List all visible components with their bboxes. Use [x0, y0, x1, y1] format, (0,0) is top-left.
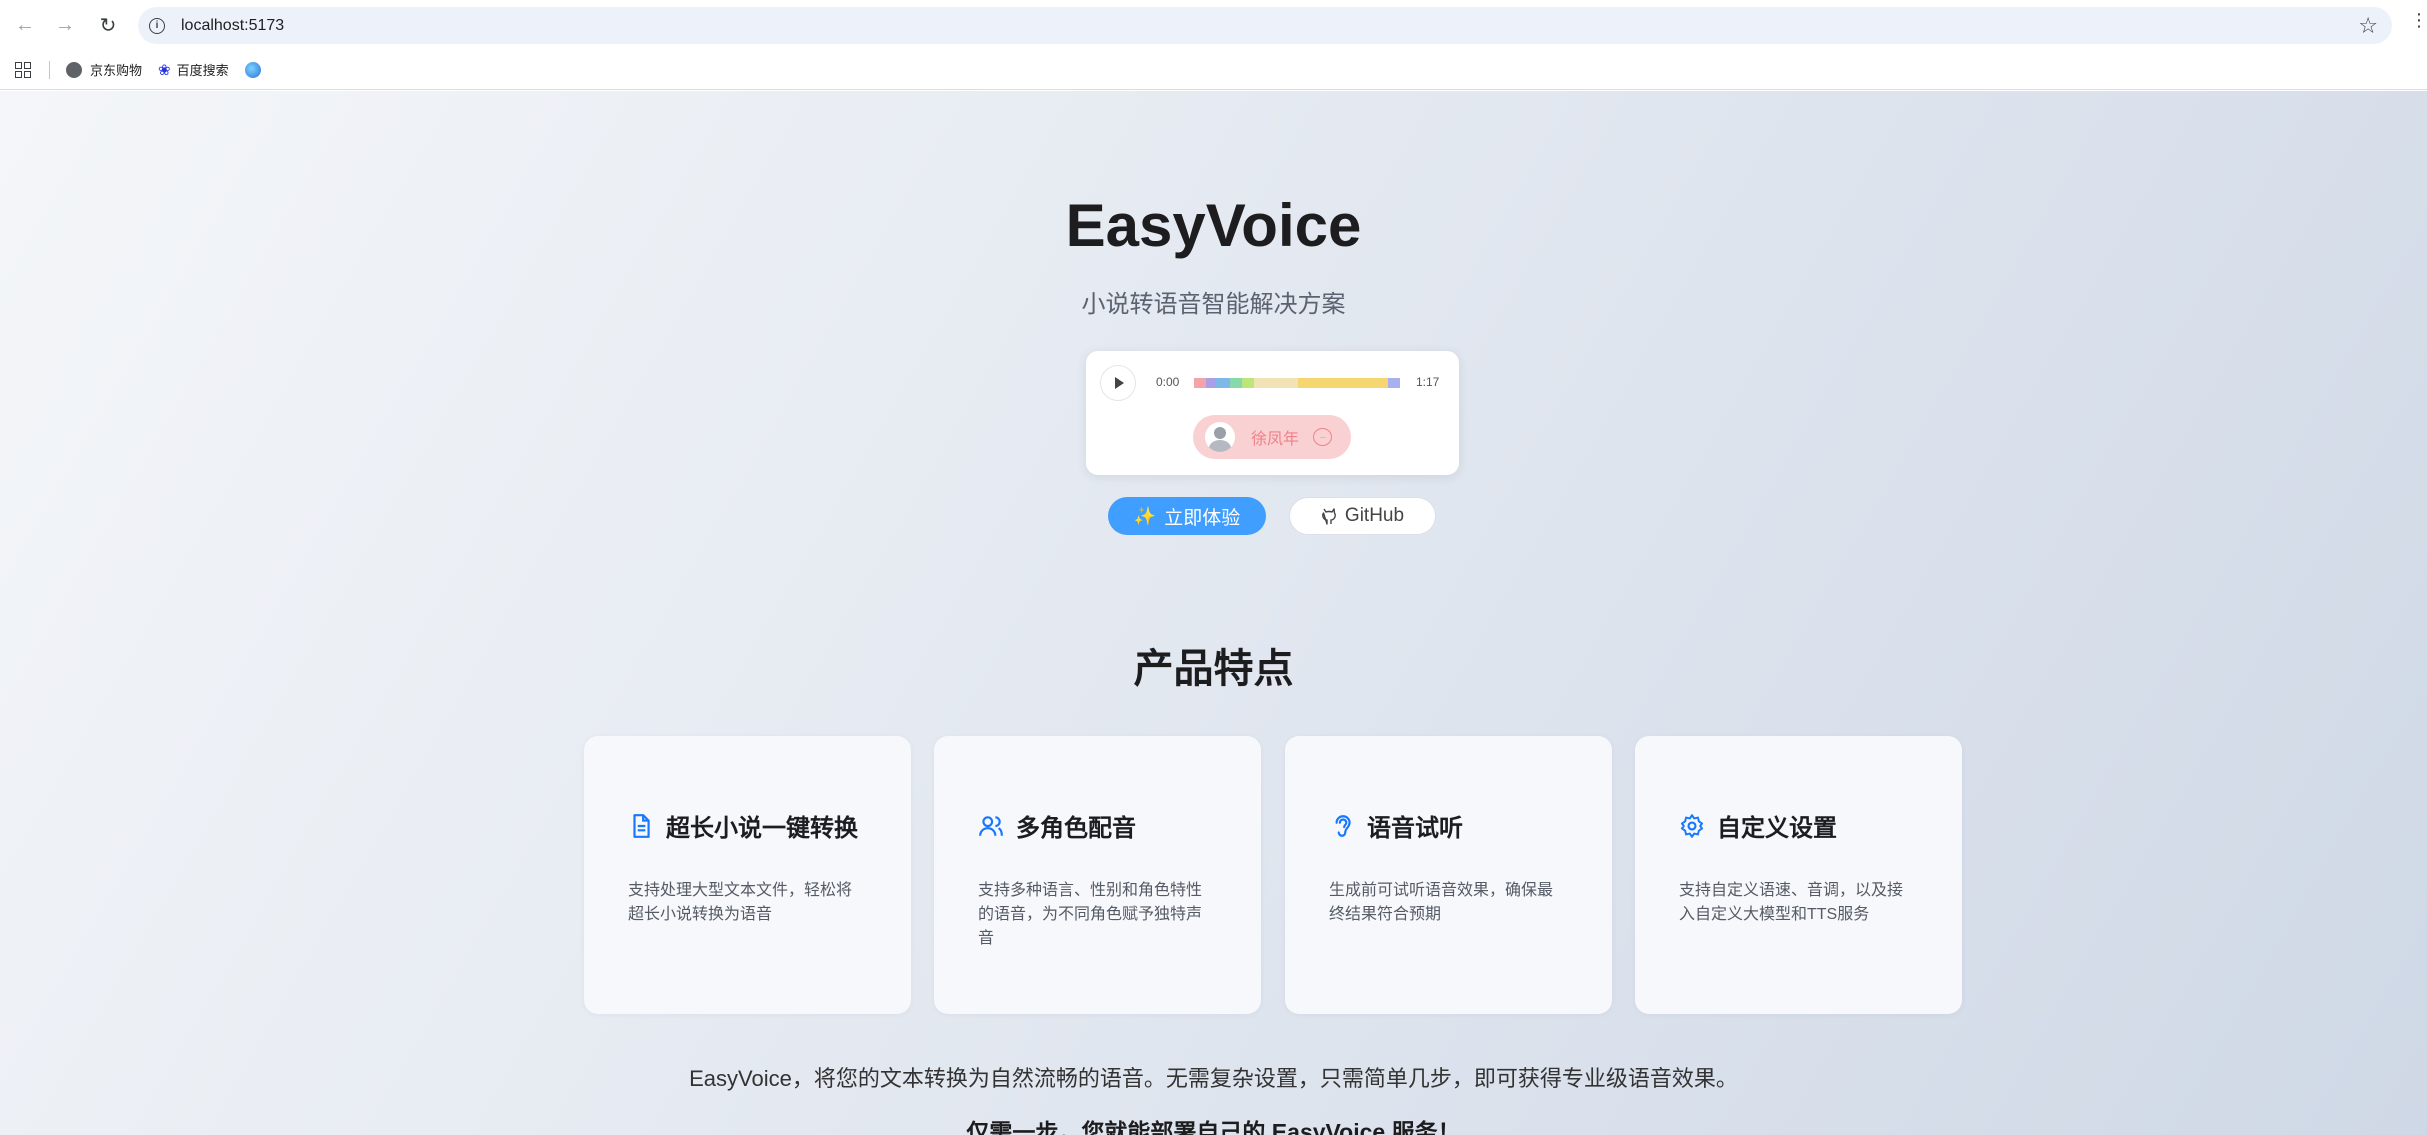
gear-icon [1680, 813, 1704, 838]
tagline: EasyVoice，将您的文本转换为自然流畅的语音。无需复杂设置，只需简单几步，… [689, 1066, 1738, 1091]
forward-icon[interactable]: → [50, 10, 80, 40]
url-text[interactable]: localhost:5173 [181, 17, 284, 35]
play-icon [1115, 377, 1124, 389]
progress-segment [1216, 378, 1230, 388]
try-now-label: 立即体验 [1164, 507, 1241, 529]
audio-player-card: 0:00 1:17 徐凤年 ··· [1086, 351, 1459, 475]
sparkle-icon: ✨ [1133, 505, 1157, 526]
feature-card-multi-role: 多角色配音 支持多种语言、性别和角色特性的语音，为不同角色赋予独特声音 [934, 736, 1261, 1014]
browser-menu-icon[interactable]: ⋮ [2410, 10, 2427, 31]
feature-card-custom: 自定义设置 支持自定义语速、音调，以及接入自定义大模型和TTS服务 [1635, 736, 1962, 1014]
play-button[interactable] [1100, 365, 1136, 401]
speaker-chip[interactable]: 徐凤年 ··· [1193, 415, 1351, 459]
ear-icon [1335, 814, 1351, 837]
baidu-paw-icon: ❀ [158, 61, 171, 79]
progress-segment [1388, 378, 1400, 388]
feature-title: 多角色配音 [1016, 815, 1136, 842]
progress-segment [1194, 378, 1206, 388]
feature-title: 超长小说一键转换 [666, 815, 858, 842]
progress-segment [1206, 378, 1216, 388]
feature-desc: 支持多种语言、性别和角色特性的语音，为不同角色赋予独特声音 [978, 882, 1203, 947]
features-heading: 产品特点 [1133, 647, 1294, 691]
page-content: EasyVoice 小说转语音智能解决方案 0:00 1:17 徐凤年 ··· … [0, 91, 2427, 1135]
browser-toolbar: ← → ↻ i localhost:5173 ☆ ⋮ [0, 0, 2427, 50]
progress-segment [1254, 378, 1298, 388]
feature-title: 自定义设置 [1717, 815, 1837, 842]
feature-desc: 支持自定义语速、音调，以及接入自定义大模型和TTS服务 [1679, 882, 1904, 923]
bookmark-label: 百度搜索 [176, 63, 229, 78]
bookmark-label: 京东购物 [90, 63, 143, 78]
github-label: GitHub [1344, 505, 1405, 526]
document-icon [633, 813, 650, 838]
chat-icon: ··· [1313, 428, 1333, 446]
feature-card-long-novel: 超长小说一键转换 支持处理大型文本文件，轻松将超长小说转换为语音 [584, 736, 911, 1014]
audio-progress-bar[interactable] [1194, 378, 1400, 388]
progress-segment [1298, 378, 1388, 388]
bookmark-baidu[interactable]: ❀ 百度搜索 [158, 60, 229, 79]
globe-icon [66, 61, 82, 78]
deploy-heading: 仅需一步，您就能部署自己的 EasyVoice 服务！ [966, 1119, 1461, 1135]
bookmark-jd[interactable]: 京东购物 [66, 60, 142, 79]
current-time: 0:00 [1156, 375, 1180, 389]
world-icon [244, 61, 261, 78]
site-info-icon[interactable]: i [149, 17, 165, 34]
github-button[interactable]: GitHub [1289, 497, 1436, 535]
bookmarks-bar: 京东购物 ❀ 百度搜索 [0, 50, 2427, 90]
avatar [1205, 422, 1235, 452]
feature-desc: 生成前可试听语音效果，确保最终结果符合预期 [1329, 882, 1554, 923]
hero-subtitle: 小说转语音智能解决方案 [1081, 291, 1346, 318]
bookmark-world[interactable] [244, 61, 269, 78]
back-icon[interactable]: ← [10, 10, 40, 40]
feature-title: 语音试听 [1367, 815, 1463, 842]
progress-segment [1230, 378, 1242, 388]
progress-segment [1242, 378, 1254, 388]
hero-title: EasyVoice [1065, 192, 1362, 259]
speaker-name: 徐凤年 [1251, 431, 1300, 448]
reload-icon[interactable]: ↻ [93, 10, 123, 40]
address-bar[interactable]: i localhost:5173 ☆ [138, 7, 2392, 44]
github-icon [1321, 508, 1336, 525]
bookmark-star-icon[interactable]: ☆ [2358, 13, 2378, 39]
bookmark-separator [49, 60, 50, 79]
duration: 1:17 [1416, 375, 1440, 389]
try-now-button[interactable]: ✨ 立即体验 [1108, 497, 1266, 535]
feature-desc: 支持处理大型文本文件，轻松将超长小说转换为语音 [628, 882, 853, 923]
apps-icon[interactable] [15, 61, 31, 78]
users-icon [979, 815, 1003, 836]
feature-card-preview: 语音试听 生成前可试听语音效果，确保最终结果符合预期 [1285, 736, 1612, 1014]
